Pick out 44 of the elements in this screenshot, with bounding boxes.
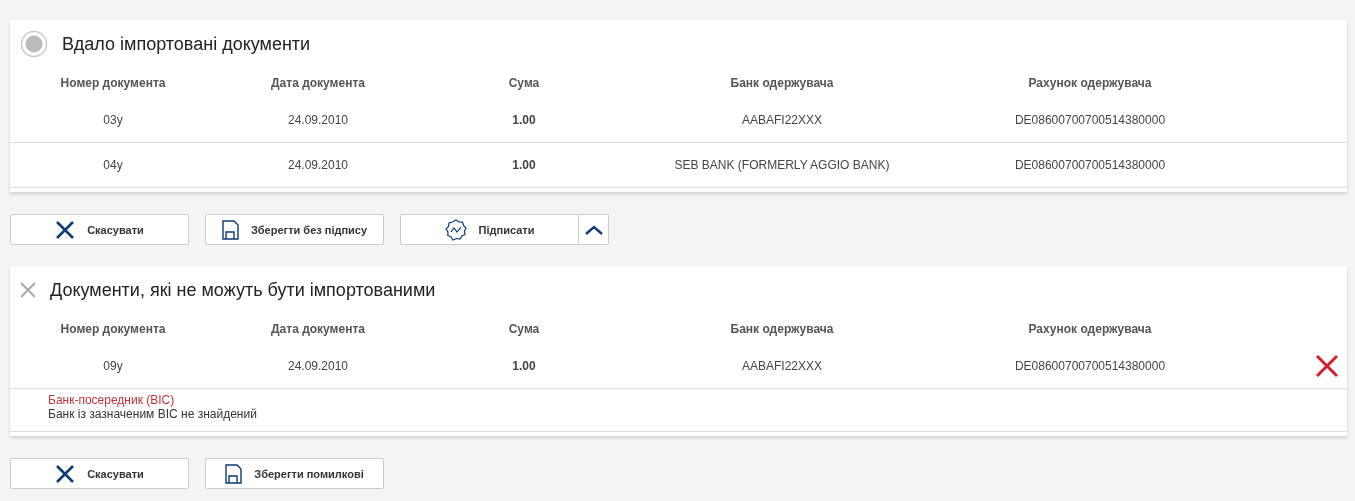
close-icon: [55, 219, 76, 240]
error-message: Банк із зазначеним BIC не знайдений: [48, 407, 258, 421]
table-cell: 24.09.2010: [287, 113, 349, 127]
column-header: Рахунок одержувача: [1028, 76, 1152, 90]
column-header: Рахунок одержувача: [1028, 322, 1152, 336]
column-header: Сума: [508, 76, 540, 90]
column-header: Сума: [508, 322, 540, 336]
error-field: Банк-посередник (BIC): [48, 393, 1309, 407]
table-cell: DE08600700700514380000: [1014, 158, 1166, 172]
table-cell: AABAFI22XXX: [741, 113, 822, 127]
close-icon: [55, 463, 76, 484]
column-header: Номер документа: [60, 322, 166, 336]
table-cell: DE08600700700514380000: [1014, 359, 1166, 373]
action-button[interactable]: Зберегти без підпису: [205, 214, 384, 245]
section-title: Вдало імпортовані документи: [62, 33, 311, 55]
table-cell: 1.00: [512, 359, 536, 373]
save-icon: [225, 463, 243, 484]
table-cell: 1.00: [512, 158, 536, 172]
column-header: Дата документа: [271, 76, 365, 90]
column-header: Банк одержувача: [730, 322, 834, 336]
action-button[interactable]: Скасувати: [10, 214, 189, 245]
column-header: Номер документа: [60, 76, 166, 90]
seal-icon: [444, 218, 467, 241]
save-icon: [221, 219, 239, 240]
chevron-up-icon: [584, 224, 603, 235]
radio-icon: [20, 30, 48, 58]
table-cell: 03у: [103, 113, 123, 127]
table-cell: 04у: [103, 158, 123, 172]
column-header: Банк одержувача: [730, 76, 834, 90]
table-cell: DE08600700700514380000: [1014, 113, 1166, 127]
section-title: Документи, які не можуть бути імпортованими: [50, 279, 436, 301]
table-cell: 09у: [103, 359, 123, 373]
table-cell: SEB BANK (FORMERLY AGGIO BANK): [674, 158, 890, 172]
table-cell: AABAFI22XXX: [741, 359, 822, 373]
action-button[interactable]: Підписати: [400, 214, 579, 245]
remove-button[interactable]: [1315, 354, 1339, 378]
table-cell: 24.09.2010: [287, 158, 349, 172]
table-cell: 24.09.2010: [287, 359, 349, 373]
action-button[interactable]: Скасувати: [10, 458, 189, 489]
caret-button[interactable]: [579, 214, 609, 245]
table-cell: 1.00: [512, 113, 536, 127]
action-button[interactable]: Зберегти помилкові: [205, 458, 384, 489]
column-header: Дата документа: [271, 322, 365, 336]
close-icon: [20, 282, 36, 298]
